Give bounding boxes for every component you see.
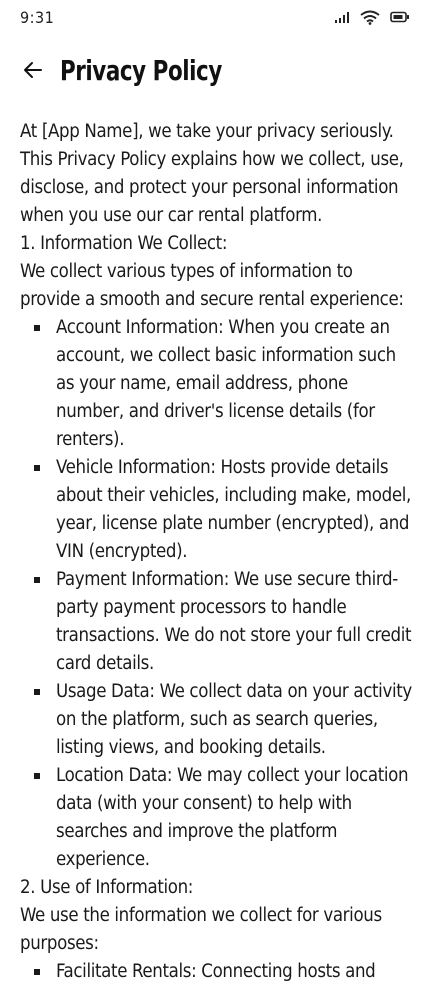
header: Privacy Policy: [0, 48, 430, 92]
section-list: Facilitate Rentals: Connecting hosts and: [20, 958, 412, 986]
section-list: Account Information: When you create an …: [20, 314, 412, 874]
list-item: Usage Data: We collect data on your acti…: [20, 678, 412, 762]
policy-content: At [App Name], we take your privacy seri…: [20, 118, 412, 986]
list-item: Facilitate Rentals: Connecting hosts and: [20, 958, 412, 986]
signal-icon: [334, 11, 350, 23]
page-title: Privacy Policy: [60, 53, 222, 87]
section-heading: 1. Information We Collect:: [20, 233, 228, 254]
status-time: 9:31: [20, 7, 55, 27]
list-item: Account Information: When you create an …: [20, 314, 412, 454]
status-bar: 9:31: [0, 0, 430, 34]
wifi-icon: [360, 10, 380, 25]
list-item: Location Data: We may collect your locat…: [20, 762, 412, 874]
list-item: Vehicle Information: Hosts provide detai…: [20, 454, 412, 566]
section-lead: We use the information we collect for va…: [20, 905, 382, 954]
section-lead: We collect various types of information …: [20, 261, 404, 310]
section-heading: 2. Use of Information:: [20, 877, 194, 898]
battery-icon: [390, 11, 410, 23]
arrow-left-icon[interactable]: [20, 57, 46, 83]
intro-paragraph: At [App Name], we take your privacy seri…: [20, 121, 404, 226]
list-item: Payment Information: We use secure third…: [20, 566, 412, 678]
status-icons: [334, 10, 410, 25]
